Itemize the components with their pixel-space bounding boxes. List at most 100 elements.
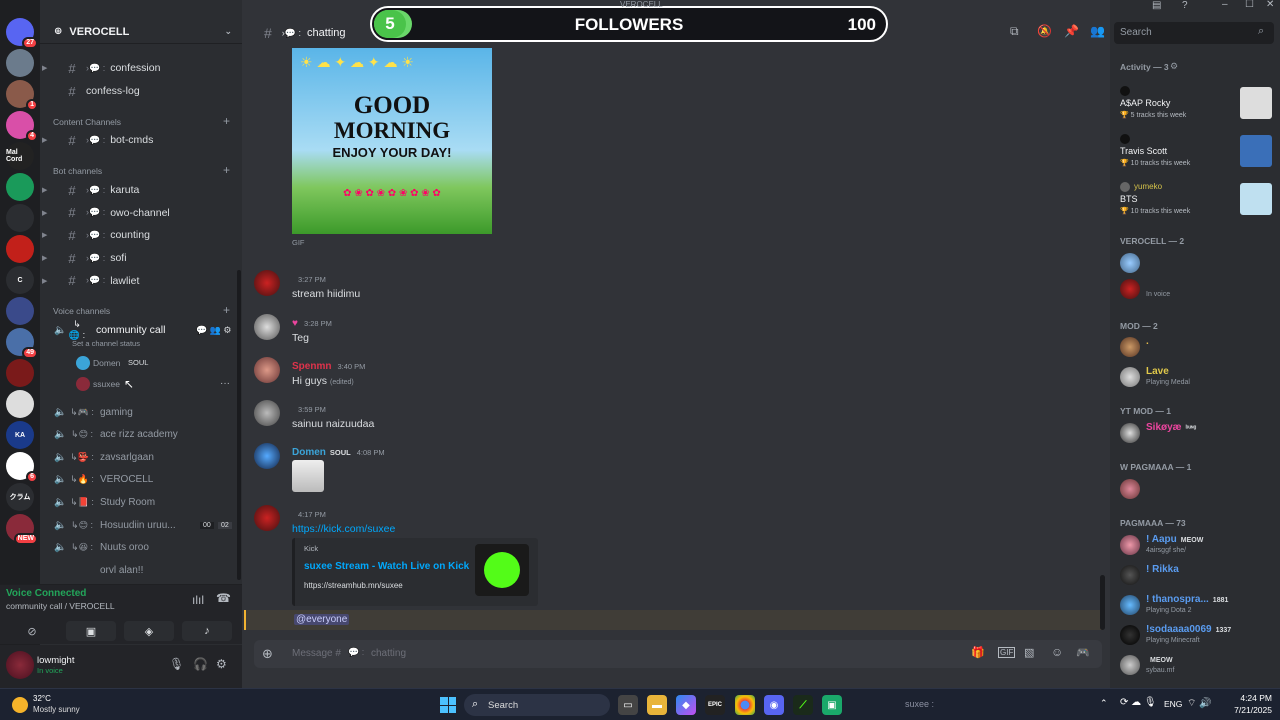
voice-user-name[interactable]: Domen xyxy=(93,358,120,368)
task-view-icon[interactable]: ▭ xyxy=(618,695,638,715)
member-item[interactable]: ! Rikka xyxy=(1120,562,1276,588)
server-8-icon[interactable] xyxy=(6,235,34,263)
notification-bell-icon[interactable]: 🔕 xyxy=(1037,24,1052,38)
chat-scrollbar[interactable] xyxy=(1100,575,1105,630)
activity-card[interactable]: yumeko BTS 🏆 10 tracks this week xyxy=(1120,182,1276,226)
threads-icon[interactable]: ⧉ xyxy=(1010,24,1019,39)
channel-status[interactable]: Set a channel status xyxy=(72,339,140,348)
link-embed[interactable]: Kick suxee Stream - Watch Live on Kick h… xyxy=(292,538,538,606)
file-explorer-icon[interactable]: ▬ xyxy=(647,695,667,715)
minimize-icon[interactable]: – xyxy=(1222,0,1228,10)
server-3-icon[interactable]: 1 xyxy=(6,80,38,111)
server-2-icon[interactable] xyxy=(6,49,34,77)
server-6-icon[interactable] xyxy=(6,173,34,201)
screen-share-button[interactable]: ▣ xyxy=(66,621,116,641)
server-11-icon[interactable]: 49 xyxy=(6,328,38,359)
voice-channel[interactable]: 🔈 ↳😊 : ace rizz academy xyxy=(40,425,242,445)
channel-item[interactable]: ▶ # ›💬 : bot-cmds xyxy=(40,130,242,150)
member-item[interactable]: Sikøyæ ᵇᵘᶰᵍ xyxy=(1120,420,1276,446)
category-voice[interactable]: Voice channels xyxy=(53,306,110,316)
message-link[interactable]: https://kick.com/suxee xyxy=(292,523,395,535)
avatar[interactable] xyxy=(254,443,280,469)
network-volume-icons[interactable]: ⌔ 🔊 xyxy=(1187,697,1212,710)
close-icon[interactable]: ✕ xyxy=(1266,0,1274,10)
avatar[interactable] xyxy=(254,357,280,383)
avatar[interactable] xyxy=(76,356,90,370)
channel-item[interactable]: ▶ # ›💬 : confession xyxy=(40,58,242,78)
inbox-icon[interactable]: ▤ xyxy=(1152,0,1161,11)
avatar[interactable] xyxy=(254,314,280,340)
message-author[interactable]: 3:27 PM xyxy=(292,274,326,285)
channel-item[interactable]: ▶ # ›💬 : karuta xyxy=(40,180,242,200)
voice-channel[interactable]: 🔈 ↳🎮 : gaming xyxy=(40,402,242,422)
channel-item[interactable]: ▶ # ›💬 : sofi xyxy=(40,248,242,268)
voice-channel[interactable]: 🔈 ↳🔥 : VEROCELL xyxy=(40,470,242,490)
voice-channel[interactable]: orvl alan!! xyxy=(40,560,242,580)
activity-card[interactable]: Travis Scott 🏆 10 tracks this week xyxy=(1120,134,1276,178)
member-item[interactable]: ! Aapu MEOW 4airsggf she/ xyxy=(1120,532,1276,558)
pin-icon[interactable]: 📌 xyxy=(1064,24,1079,38)
app-taskbar-icon[interactable]: ▣ xyxy=(822,695,842,715)
epic-games-icon[interactable]: EPIC xyxy=(705,695,725,715)
discord-home-icon[interactable]: 27 xyxy=(6,18,38,49)
embed-title[interactable]: suxee Stream - Watch Live on Kick xyxy=(304,561,469,572)
gear-icon[interactable]: ⚙ xyxy=(1170,61,1178,72)
server-10-icon[interactable] xyxy=(6,297,34,325)
avatar[interactable] xyxy=(254,270,280,296)
member-item[interactable]: In voice xyxy=(1120,276,1276,302)
noise-suppression-icon[interactable]: ılıl xyxy=(192,593,204,607)
everyone-mention[interactable]: @everyone xyxy=(294,614,350,625)
chrome-icon[interactable] xyxy=(735,695,755,715)
add-channel-icon[interactable]: + xyxy=(223,163,230,177)
voice-channel[interactable]: 🔈 ↳📕 : Study Room xyxy=(40,492,242,512)
voice-channel[interactable]: 🔈 ↳😆 : Nuuts oroo xyxy=(40,538,242,558)
member-item[interactable]: MEOW sybau.mf xyxy=(1120,652,1276,678)
avatar[interactable] xyxy=(76,377,90,391)
member-item[interactable]: Lave Playing Medal xyxy=(1120,364,1276,390)
sidebar-scrollbar[interactable] xyxy=(237,270,241,580)
category-bot[interactable]: Bot channels xyxy=(53,166,102,176)
voice-channel[interactable]: 🔈 ↳😊 : Hosuudiin uruu... 00 02 xyxy=(40,515,242,535)
voice-user-name[interactable]: ssuxee xyxy=(93,379,120,389)
add-channel-icon[interactable]: + xyxy=(223,303,230,317)
channel-item[interactable]: ▶ # ›💬 : lawliet xyxy=(40,271,242,291)
embed-url[interactable]: https://streamhub.mn/suxee xyxy=(304,581,403,590)
good-morning-gif[interactable]: ☀ ☁ ✦ ☁ ✦ ☁ ☀ GOOD MORNING ENJOY YOUR DA… xyxy=(292,48,492,234)
gif-button-icon[interactable]: GIF xyxy=(998,647,1016,658)
server-17-icon[interactable]: NEW xyxy=(6,514,38,545)
sticker-icon[interactable]: ▧ xyxy=(1024,646,1034,659)
message-author[interactable]: 4:17 PM xyxy=(292,509,326,520)
headphones-icon[interactable]: 🎧 xyxy=(193,657,208,671)
voice-channel-community-call[interactable]: 🔈 ↳🌐 : community call 💬 👥 ⚙ xyxy=(40,319,242,340)
server-7-icon[interactable] xyxy=(6,204,34,232)
message-author[interactable]: Domen SOUL 4:08 PM xyxy=(292,447,385,458)
tray-icons[interactable]: ⟳ ☁ 🎙 xyxy=(1120,697,1157,708)
server-16-icon[interactable]: クラム xyxy=(6,483,34,511)
discord-taskbar-icon[interactable]: ◉ xyxy=(764,695,784,715)
microphone-icon[interactable]: 🎙 xyxy=(169,657,184,671)
gear-icon[interactable]: ⚙ xyxy=(216,657,227,671)
image-attachment[interactable] xyxy=(292,460,324,492)
gift-icon[interactable]: 🎁 xyxy=(971,646,985,659)
apps-icon[interactable]: 🎮 xyxy=(1076,646,1090,659)
add-channel-icon[interactable]: + xyxy=(223,114,230,128)
server-9-icon[interactable]: C xyxy=(6,266,34,294)
kick-taskbar-icon[interactable]: ⟋ xyxy=(793,695,813,715)
message-author[interactable]: 3:59 PM xyxy=(292,404,326,415)
server-15-icon[interactable]: 6 xyxy=(6,452,38,483)
emoji-icon[interactable]: ☺ xyxy=(1051,645,1063,659)
member-item[interactable]: ! thanospra... 1881 Playing Dota 2 xyxy=(1120,592,1276,618)
message-author[interactable]: ♥ 3:28 PM xyxy=(292,318,332,329)
language-indicator[interactable]: ENG xyxy=(1164,699,1182,709)
windows-start-icon[interactable] xyxy=(440,697,456,713)
channel-actions-icons[interactable]: 💬 👥 ⚙ xyxy=(196,325,231,336)
avatar[interactable] xyxy=(254,505,280,531)
server-header[interactable]: ⊕ VEROCELL ⌄ xyxy=(40,20,242,44)
channel-item[interactable]: ▶ # ›💬 : counting xyxy=(40,225,242,245)
server-12-icon[interactable] xyxy=(6,359,34,387)
member-item[interactable]: !sodaaaa0069 1337 Playing Minecraft xyxy=(1120,622,1276,648)
help-icon[interactable]: ? xyxy=(1182,0,1188,11)
member-list-icon[interactable]: 👥 xyxy=(1090,24,1105,38)
member-item[interactable] xyxy=(1120,250,1276,276)
message-input-box[interactable]: ⊕ Message # 💬 : chatting 🎁 GIF ▧ ☺ 🎮 xyxy=(254,640,1102,668)
